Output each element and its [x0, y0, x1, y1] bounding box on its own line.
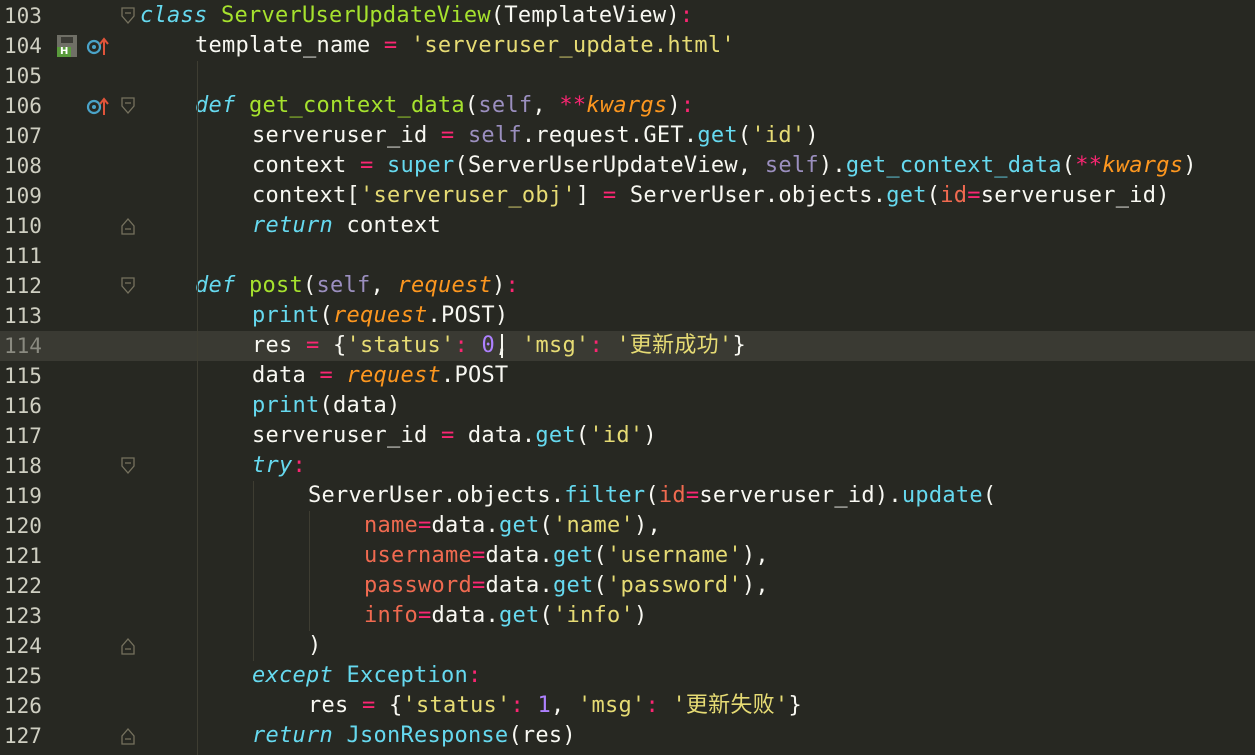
code-text[interactable]: info=data.get('info') — [140, 601, 647, 631]
code-text[interactable]: res = {'status': 0, 'msg': '更新成功'} — [140, 331, 746, 361]
line-number: 104 — [4, 34, 42, 58]
code-text[interactable]: print(request.POST) — [140, 301, 508, 331]
line-number: 114 — [4, 334, 42, 358]
code-text[interactable]: ) — [140, 631, 322, 661]
code-text[interactable]: class ServerUserUpdateView(TemplateView)… — [140, 1, 693, 31]
code-line[interactable]: 124 ) — [0, 631, 1255, 661]
code-text[interactable]: def post(self, request): — [140, 271, 519, 301]
code-line[interactable]: 103 class ServerUserUpdateView(TemplateV… — [0, 1, 1255, 31]
fold-collapse-icon[interactable] — [121, 277, 135, 295]
override-marker-icon[interactable] — [86, 35, 110, 57]
fold-end-icon[interactable] — [121, 637, 135, 655]
line-number: 111 — [4, 244, 42, 268]
code-line[interactable]: 120 name=data.get('name'), — [0, 511, 1255, 541]
code-editor[interactable]: 103 class ServerUserUpdateView(TemplateV… — [0, 0, 1255, 755]
line-number: 119 — [4, 484, 42, 508]
code-line[interactable]: 126 res = {'status': 1, 'msg': '更新失败'} — [0, 691, 1255, 721]
code-line[interactable]: 106 def get_context_data(self, **kwargs)… — [0, 91, 1255, 121]
gutter-badge-label: H — [60, 46, 69, 57]
database-icon[interactable]: H — [55, 33, 83, 59]
code-line[interactable]: 112 def post(self, request): — [0, 271, 1255, 301]
fold-end-icon[interactable] — [121, 217, 135, 235]
line-number: 125 — [4, 664, 42, 688]
line-number: 124 — [4, 634, 42, 658]
code-line[interactable]: 104 H template_name = 'serveruser_update… — [0, 31, 1255, 61]
code-line[interactable]: 119 ServerUser.objects.filter(id=serveru… — [0, 481, 1255, 511]
line-number: 110 — [4, 214, 42, 238]
line-number: 112 — [4, 274, 42, 298]
fold-collapse-icon[interactable] — [121, 97, 135, 115]
line-number: 123 — [4, 604, 42, 628]
code-line[interactable]: 118 try: — [0, 451, 1255, 481]
line-number: 107 — [4, 124, 42, 148]
code-line[interactable]: 109 context['serveruser_obj'] = ServerUs… — [0, 181, 1255, 211]
line-number: 120 — [4, 514, 42, 538]
code-line[interactable]: 125 except Exception: — [0, 661, 1255, 691]
line-number: 121 — [4, 544, 42, 568]
fold-end-icon[interactable] — [121, 727, 135, 745]
line-number: 127 — [4, 724, 42, 748]
fold-collapse-icon[interactable] — [121, 457, 135, 475]
line-number: 116 — [4, 394, 42, 418]
code-line[interactable]: 113 print(request.POST) — [0, 301, 1255, 331]
override-marker-icon[interactable] — [86, 95, 110, 117]
line-number: 115 — [4, 364, 42, 388]
code-text[interactable]: return JsonResponse(res) — [140, 721, 576, 751]
line-number: 105 — [4, 64, 42, 88]
code-line[interactable]: 121 username=data.get('username'), — [0, 541, 1255, 571]
code-text[interactable]: password=data.get('password'), — [140, 571, 769, 601]
line-number: 106 — [4, 94, 42, 118]
code-line[interactable]: 115 data = request.POST — [0, 361, 1255, 391]
code-line[interactable]: 108 context = super(ServerUserUpdateView… — [0, 151, 1255, 181]
code-line[interactable]: 105 — [0, 61, 1255, 91]
code-text[interactable]: username=data.get('username'), — [140, 541, 769, 571]
code-text[interactable]: res = {'status': 1, 'msg': '更新失败'} — [140, 691, 802, 721]
code-text[interactable]: try: — [140, 451, 306, 481]
line-number: 122 — [4, 574, 42, 598]
line-number: 113 — [4, 304, 42, 328]
line-number: 108 — [4, 154, 42, 178]
code-text[interactable]: serveruser_id = self.request.GET.get('id… — [140, 121, 819, 151]
code-text[interactable]: ServerUser.objects.filter(id=serveruser_… — [140, 481, 996, 511]
line-number: 118 — [4, 454, 42, 478]
code-line[interactable]: 116 print(data) — [0, 391, 1255, 421]
code-text[interactable]: template_name = 'serveruser_update.html' — [140, 31, 735, 61]
code-line[interactable]: 117 serveruser_id = data.get('id') — [0, 421, 1255, 451]
code-text[interactable]: print(data) — [140, 391, 400, 421]
code-line[interactable]: 111 — [0, 241, 1255, 271]
line-number: 126 — [4, 694, 42, 718]
code-line[interactable]: 110 return context — [0, 211, 1255, 241]
code-line[interactable]: 127 return JsonResponse(res) — [0, 721, 1255, 751]
code-text[interactable]: def get_context_data(self, **kwargs): — [140, 91, 694, 121]
line-number: 117 — [4, 424, 42, 448]
code-text[interactable]: name=data.get('name'), — [140, 511, 661, 541]
current-code-line[interactable]: 114 res = {'status': 0, 'msg': '更新成功'} — [0, 331, 1255, 361]
code-line[interactable]: 107 serveruser_id = self.request.GET.get… — [0, 121, 1255, 151]
code-text[interactable]: context['serveruser_obj'] = ServerUser.o… — [140, 181, 1170, 211]
code-text[interactable]: return context — [140, 211, 441, 241]
code-text[interactable]: except Exception: — [140, 661, 481, 691]
code-line[interactable]: 123 info=data.get('info') — [0, 601, 1255, 631]
code-text[interactable]: serveruser_id = data.get('id') — [140, 421, 657, 451]
code-line[interactable]: 122 password=data.get('password'), — [0, 571, 1255, 601]
fold-collapse-icon[interactable] — [121, 7, 135, 25]
line-number: 103 — [4, 4, 42, 28]
line-number: 109 — [4, 184, 42, 208]
code-text[interactable]: data = request.POST — [140, 361, 508, 391]
code-text[interactable]: context = super(ServerUserUpdateView, se… — [140, 151, 1197, 181]
text-cursor — [501, 334, 503, 358]
